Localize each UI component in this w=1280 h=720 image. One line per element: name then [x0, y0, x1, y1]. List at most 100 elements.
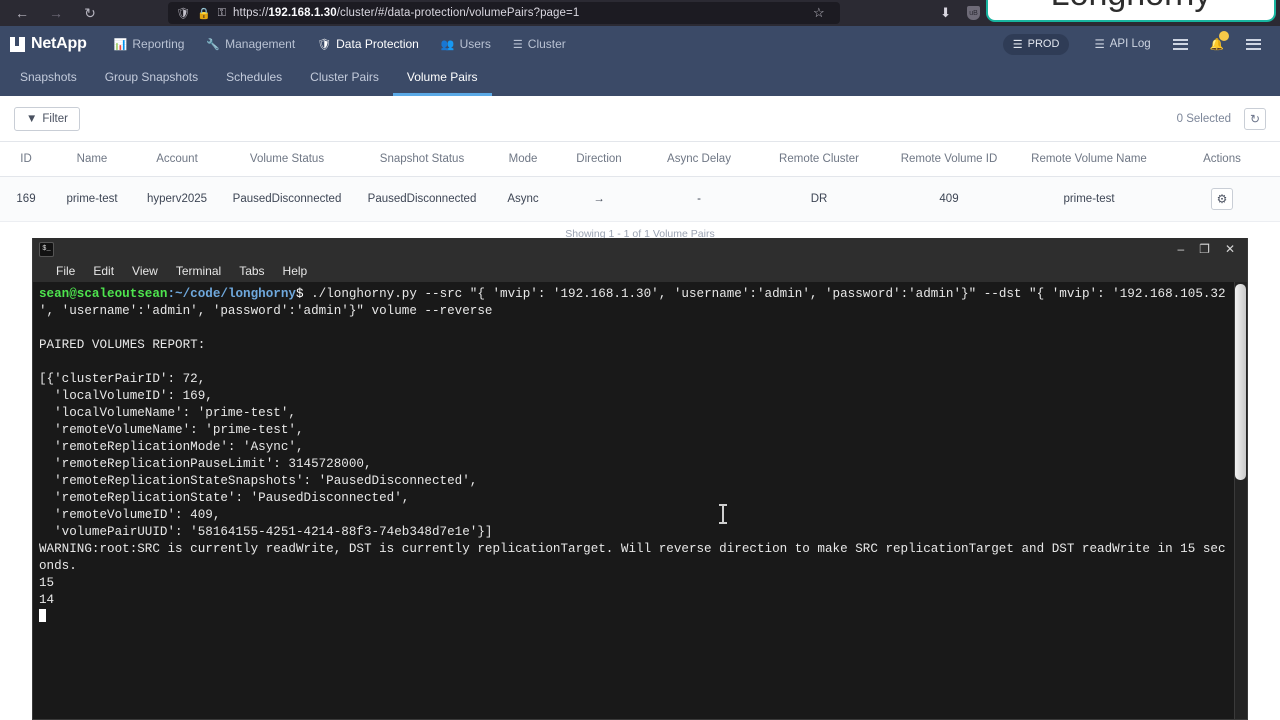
cell-remote-volume-name: prime-test	[1014, 176, 1164, 222]
longhorny-overlay-title: Longhorny	[1051, 0, 1212, 14]
maximize-button[interactable]: ❐	[1199, 243, 1210, 255]
terminal-scrollbar-thumb[interactable]	[1235, 284, 1246, 480]
nodes-icon[interactable]	[1162, 26, 1199, 62]
column-header-account[interactable]: Account	[132, 142, 222, 177]
extension-shield-icon[interactable]: uB	[967, 6, 980, 20]
netapp-logo[interactable]: NetApp	[0, 35, 87, 53]
column-header-name[interactable]: Name	[52, 142, 132, 177]
shield-icon: 🛡	[317, 38, 332, 51]
nav-item-users[interactable]: 👥 Users	[430, 26, 502, 62]
output-line-7: 'remoteReplicationMode': 'Async',	[39, 440, 304, 454]
app-header: NetApp 📊 Reporting 🔧 Management 🛡 Data P…	[0, 26, 1280, 62]
tab-cluster-pairs[interactable]: Cluster Pairs	[296, 70, 393, 96]
output-line-5: 'localVolumeName': 'prime-test',	[39, 406, 296, 420]
terminal-body[interactable]: sean@scaleoutsean:~/code/longhorny$ ./lo…	[33, 282, 1247, 719]
cell-remote-volume-id: 409	[884, 176, 1014, 222]
column-header-remote-volume-id[interactable]: Remote Volume ID	[884, 142, 1014, 177]
table-header-row: ID Name Account Volume Status Snapshot S…	[0, 142, 1280, 177]
table-toolbar: ▼ Filter 0 Selected ↻	[0, 96, 1280, 142]
filter-button-label: Filter	[42, 112, 68, 125]
cell-id: 169	[0, 176, 52, 222]
notifications-button[interactable]: 🔔	[1199, 26, 1235, 62]
refresh-button[interactable]: ↻	[1244, 107, 1266, 130]
nav-item-reporting[interactable]: 📊 Reporting	[103, 26, 196, 62]
nodes-glyph	[1172, 38, 1188, 50]
output-line-16: 14	[39, 593, 55, 607]
tab-group-snapshots[interactable]: Group Snapshots	[91, 70, 212, 96]
wrench-icon: 🔧	[206, 38, 221, 51]
menu-edit[interactable]: Edit	[84, 264, 123, 278]
selected-count-label: 0 Selected	[1176, 112, 1231, 125]
environment-badge[interactable]: ☰ PROD	[1002, 33, 1070, 55]
output-line-6: 'remoteVolumeName': 'prime-test',	[39, 423, 304, 437]
column-header-remote-cluster[interactable]: Remote Cluster	[754, 142, 884, 177]
output-line-14: onds.	[39, 559, 77, 573]
output-line-4: 'localVolumeID': 169,	[39, 389, 213, 403]
netapp-logo-text: NetApp	[31, 35, 87, 52]
column-header-id[interactable]: ID	[0, 142, 52, 177]
volume-pairs-table: ID Name Account Volume Status Snapshot S…	[0, 142, 1280, 222]
address-bar[interactable]: 🛡 🔒 ⚿ https://192.168.1.30/cluster/#/dat…	[168, 2, 840, 24]
main-content: ▼ Filter 0 Selected ↻ ID Name Account Vo…	[0, 96, 1280, 240]
cell-mode: Async	[492, 176, 554, 222]
output-line-13: WARNING:root:SRC is currently readWrite,…	[39, 542, 1226, 556]
chart-bars-icon: 📊	[113, 38, 128, 51]
table-row[interactable]: 169 prime-test hyperv2025 PausedDisconne…	[0, 176, 1280, 222]
url-scheme: https://	[233, 7, 269, 19]
nav-label-users: Users	[459, 37, 491, 51]
nav-item-data-protection[interactable]: 🛡 Data Protection	[306, 26, 430, 62]
nav-item-cluster[interactable]: ☰ Cluster	[502, 26, 577, 62]
main-nav: 📊 Reporting 🔧 Management 🛡 Data Protecti…	[103, 26, 577, 62]
close-button[interactable]: ✕	[1225, 243, 1235, 255]
menu-help[interactable]: Help	[274, 264, 317, 278]
nav-label-reporting: Reporting	[132, 37, 185, 51]
url-host: 192.168.1.30	[268, 7, 337, 19]
column-header-async-delay[interactable]: Async Delay	[644, 142, 754, 177]
minimize-button[interactable]: –	[1177, 243, 1184, 255]
star-icon[interactable]: ☆	[813, 5, 825, 21]
output-line-15: 15	[39, 576, 55, 590]
column-header-mode[interactable]: Mode	[492, 142, 554, 177]
tab-volume-pairs[interactable]: Volume Pairs	[392, 70, 492, 96]
shell-prompt-symbol: $	[295, 287, 304, 301]
column-header-volume-status[interactable]: Volume Status	[222, 142, 352, 177]
terminal-window: $_ – ❐ ✕ File Edit View Terminal Tabs He…	[32, 238, 1248, 720]
netapp-logo-icon	[10, 36, 25, 52]
menu-terminal[interactable]: Terminal	[167, 264, 230, 278]
list-icon: ☰	[1094, 39, 1105, 51]
funnel-icon: ▼	[26, 112, 38, 125]
column-header-remote-volume-name[interactable]: Remote Volume Name	[1014, 142, 1164, 177]
download-icon[interactable]: ⬇	[940, 5, 951, 21]
api-log-button[interactable]: ☰ API Log	[1083, 26, 1161, 62]
key-icon: ⚿	[217, 6, 227, 19]
lock-icon: 🔒	[196, 7, 211, 20]
menu-view[interactable]: View	[123, 264, 167, 278]
filter-button[interactable]: ▼ Filter	[14, 106, 80, 131]
output-line-11: 'remoteVolumeID': 409,	[39, 508, 221, 522]
terminal-menubar: File Edit View Terminal Tabs Help	[33, 260, 1247, 282]
direction-arrow-icon: →	[554, 176, 644, 222]
forward-arrow-icon[interactable]: →	[48, 5, 64, 21]
cell-name: prime-test	[52, 176, 132, 222]
menu-file[interactable]: File	[47, 264, 84, 278]
column-header-direction[interactable]: Direction	[554, 142, 644, 177]
cell-actions: ⚙	[1164, 176, 1280, 222]
hamburger-menu-icon	[1246, 38, 1261, 50]
menu-tabs[interactable]: Tabs	[230, 264, 273, 278]
cell-snapshot-status: PausedDisconnected	[352, 176, 492, 222]
column-header-snapshot-status[interactable]: Snapshot Status	[352, 142, 492, 177]
tab-snapshots[interactable]: Snapshots	[6, 70, 91, 96]
nav-label-data-protection: Data Protection	[336, 37, 419, 51]
output-line-8: 'remoteReplicationPauseLimit': 314572800…	[39, 457, 372, 471]
api-log-label: API Log	[1109, 38, 1151, 50]
tab-schedules[interactable]: Schedules	[212, 70, 296, 96]
main-menu-button[interactable]	[1235, 26, 1272, 62]
shield-icon: 🛡	[176, 7, 190, 20]
gear-icon[interactable]: ⚙	[1211, 188, 1233, 210]
terminal-scrollbar[interactable]	[1234, 282, 1247, 719]
browser-right-icons: ⬇ uB	[940, 0, 980, 26]
nav-item-management[interactable]: 🔧 Management	[195, 26, 306, 62]
terminal-titlebar[interactable]: $_ – ❐ ✕	[33, 238, 1247, 260]
reload-icon[interactable]: ↻	[82, 5, 98, 21]
back-arrow-icon[interactable]: ←	[14, 5, 30, 21]
